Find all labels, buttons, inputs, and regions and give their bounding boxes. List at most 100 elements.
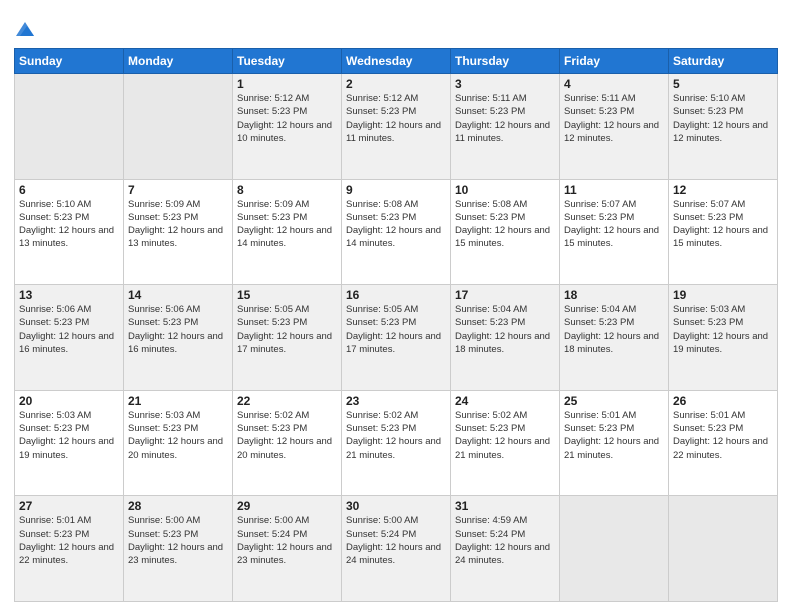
day-number: 26 [673,394,773,408]
cell-info: Sunrise: 5:03 AMSunset: 5:23 PMDaylight:… [19,409,119,462]
day-number: 27 [19,499,119,513]
weekday-header: Thursday [451,49,560,74]
calendar-cell: 27Sunrise: 5:01 AMSunset: 5:23 PMDayligh… [15,496,124,602]
cell-info: Sunrise: 5:03 AMSunset: 5:23 PMDaylight:… [673,303,773,356]
day-number: 23 [346,394,446,408]
calendar-cell: 31Sunrise: 4:59 AMSunset: 5:24 PMDayligh… [451,496,560,602]
day-number: 28 [128,499,228,513]
cell-info: Sunrise: 5:00 AMSunset: 5:24 PMDaylight:… [237,514,337,567]
cell-info: Sunrise: 5:00 AMSunset: 5:24 PMDaylight:… [346,514,446,567]
calendar-cell [124,74,233,180]
cell-info: Sunrise: 5:09 AMSunset: 5:23 PMDaylight:… [237,198,337,251]
calendar-cell: 15Sunrise: 5:05 AMSunset: 5:23 PMDayligh… [233,285,342,391]
day-number: 22 [237,394,337,408]
day-number: 19 [673,288,773,302]
day-number: 25 [564,394,664,408]
cell-info: Sunrise: 5:09 AMSunset: 5:23 PMDaylight:… [128,198,228,251]
calendar-cell: 6Sunrise: 5:10 AMSunset: 5:23 PMDaylight… [15,179,124,285]
day-number: 16 [346,288,446,302]
cell-info: Sunrise: 5:02 AMSunset: 5:23 PMDaylight:… [346,409,446,462]
cell-info: Sunrise: 5:06 AMSunset: 5:23 PMDaylight:… [128,303,228,356]
calendar-cell: 19Sunrise: 5:03 AMSunset: 5:23 PMDayligh… [669,285,778,391]
day-number: 30 [346,499,446,513]
calendar-cell: 17Sunrise: 5:04 AMSunset: 5:23 PMDayligh… [451,285,560,391]
day-number: 11 [564,183,664,197]
calendar-week-row: 6Sunrise: 5:10 AMSunset: 5:23 PMDaylight… [15,179,778,285]
calendar-cell: 22Sunrise: 5:02 AMSunset: 5:23 PMDayligh… [233,390,342,496]
calendar-cell: 3Sunrise: 5:11 AMSunset: 5:23 PMDaylight… [451,74,560,180]
cell-info: Sunrise: 5:05 AMSunset: 5:23 PMDaylight:… [346,303,446,356]
day-number: 12 [673,183,773,197]
calendar-week-row: 27Sunrise: 5:01 AMSunset: 5:23 PMDayligh… [15,496,778,602]
day-number: 8 [237,183,337,197]
calendar-cell: 21Sunrise: 5:03 AMSunset: 5:23 PMDayligh… [124,390,233,496]
calendar-cell: 4Sunrise: 5:11 AMSunset: 5:23 PMDaylight… [560,74,669,180]
logo-icon [14,18,36,40]
weekday-header: Sunday [15,49,124,74]
calendar-cell: 12Sunrise: 5:07 AMSunset: 5:23 PMDayligh… [669,179,778,285]
cell-info: Sunrise: 5:04 AMSunset: 5:23 PMDaylight:… [455,303,555,356]
calendar-week-row: 20Sunrise: 5:03 AMSunset: 5:23 PMDayligh… [15,390,778,496]
cell-info: Sunrise: 5:12 AMSunset: 5:23 PMDaylight:… [237,92,337,145]
calendar-cell: 20Sunrise: 5:03 AMSunset: 5:23 PMDayligh… [15,390,124,496]
cell-info: Sunrise: 5:07 AMSunset: 5:23 PMDaylight:… [673,198,773,251]
cell-info: Sunrise: 5:01 AMSunset: 5:23 PMDaylight:… [564,409,664,462]
day-number: 6 [19,183,119,197]
weekday-header: Friday [560,49,669,74]
day-number: 10 [455,183,555,197]
calendar-week-row: 1Sunrise: 5:12 AMSunset: 5:23 PMDaylight… [15,74,778,180]
cell-info: Sunrise: 5:01 AMSunset: 5:23 PMDaylight:… [19,514,119,567]
day-number: 21 [128,394,228,408]
cell-info: Sunrise: 5:10 AMSunset: 5:23 PMDaylight:… [673,92,773,145]
calendar-cell: 1Sunrise: 5:12 AMSunset: 5:23 PMDaylight… [233,74,342,180]
day-number: 20 [19,394,119,408]
day-number: 3 [455,77,555,91]
calendar-cell: 23Sunrise: 5:02 AMSunset: 5:23 PMDayligh… [342,390,451,496]
cell-info: Sunrise: 5:00 AMSunset: 5:23 PMDaylight:… [128,514,228,567]
weekday-header: Wednesday [342,49,451,74]
cell-info: Sunrise: 5:02 AMSunset: 5:23 PMDaylight:… [237,409,337,462]
calendar-cell [560,496,669,602]
calendar-cell: 5Sunrise: 5:10 AMSunset: 5:23 PMDaylight… [669,74,778,180]
cell-info: Sunrise: 5:10 AMSunset: 5:23 PMDaylight:… [19,198,119,251]
day-number: 2 [346,77,446,91]
cell-info: Sunrise: 5:12 AMSunset: 5:23 PMDaylight:… [346,92,446,145]
cell-info: Sunrise: 5:01 AMSunset: 5:23 PMDaylight:… [673,409,773,462]
calendar-cell: 30Sunrise: 5:00 AMSunset: 5:24 PMDayligh… [342,496,451,602]
day-number: 17 [455,288,555,302]
logo [14,16,40,40]
day-number: 29 [237,499,337,513]
calendar-cell [15,74,124,180]
calendar-cell: 2Sunrise: 5:12 AMSunset: 5:23 PMDaylight… [342,74,451,180]
day-number: 9 [346,183,446,197]
weekday-header: Saturday [669,49,778,74]
day-number: 15 [237,288,337,302]
calendar-cell: 10Sunrise: 5:08 AMSunset: 5:23 PMDayligh… [451,179,560,285]
cell-info: Sunrise: 5:03 AMSunset: 5:23 PMDaylight:… [128,409,228,462]
day-number: 31 [455,499,555,513]
cell-info: Sunrise: 5:11 AMSunset: 5:23 PMDaylight:… [455,92,555,145]
cell-info: Sunrise: 5:08 AMSunset: 5:23 PMDaylight:… [455,198,555,251]
calendar-week-row: 13Sunrise: 5:06 AMSunset: 5:23 PMDayligh… [15,285,778,391]
cell-info: Sunrise: 5:06 AMSunset: 5:23 PMDaylight:… [19,303,119,356]
day-number: 24 [455,394,555,408]
day-number: 4 [564,77,664,91]
weekday-header: Monday [124,49,233,74]
calendar-cell: 28Sunrise: 5:00 AMSunset: 5:23 PMDayligh… [124,496,233,602]
weekday-header: Tuesday [233,49,342,74]
calendar-cell: 29Sunrise: 5:00 AMSunset: 5:24 PMDayligh… [233,496,342,602]
day-number: 13 [19,288,119,302]
day-number: 5 [673,77,773,91]
calendar-cell: 14Sunrise: 5:06 AMSunset: 5:23 PMDayligh… [124,285,233,391]
cell-info: Sunrise: 5:05 AMSunset: 5:23 PMDaylight:… [237,303,337,356]
calendar-cell: 26Sunrise: 5:01 AMSunset: 5:23 PMDayligh… [669,390,778,496]
page: SundayMondayTuesdayWednesdayThursdayFrid… [0,0,792,612]
calendar-cell: 18Sunrise: 5:04 AMSunset: 5:23 PMDayligh… [560,285,669,391]
day-number: 18 [564,288,664,302]
day-number: 14 [128,288,228,302]
cell-info: Sunrise: 5:11 AMSunset: 5:23 PMDaylight:… [564,92,664,145]
calendar-cell: 11Sunrise: 5:07 AMSunset: 5:23 PMDayligh… [560,179,669,285]
cell-info: Sunrise: 4:59 AMSunset: 5:24 PMDaylight:… [455,514,555,567]
calendar-cell: 8Sunrise: 5:09 AMSunset: 5:23 PMDaylight… [233,179,342,285]
cell-info: Sunrise: 5:08 AMSunset: 5:23 PMDaylight:… [346,198,446,251]
